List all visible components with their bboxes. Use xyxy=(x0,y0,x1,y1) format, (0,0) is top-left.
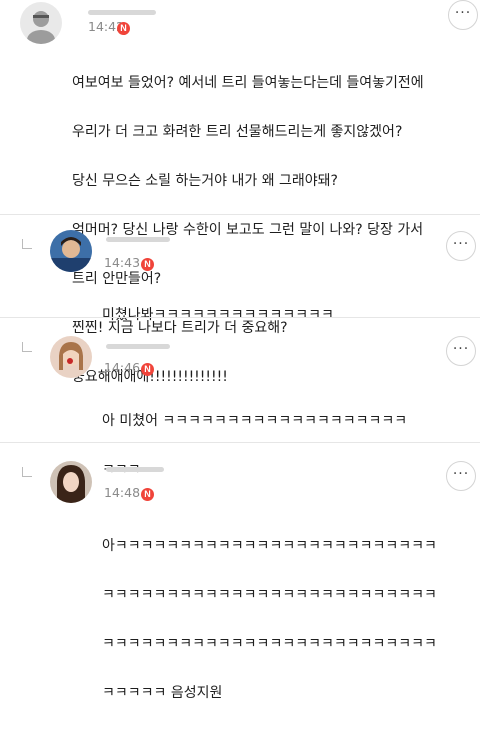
reply-arrow-icon xyxy=(22,239,32,249)
comment-text: 아ㅋㅋㅋㅋㅋㅋㅋㅋㅋㅋㅋㅋㅋㅋㅋㅋㅋㅋㅋㅋㅋㅋㅋㅋㅋ ㅋㅋㅋㅋㅋㅋㅋㅋㅋㅋㅋㅋㅋ… xyxy=(102,509,437,730)
profile-photo-icon xyxy=(50,336,92,378)
username-redacted xyxy=(88,10,156,15)
reply-arrow-icon xyxy=(22,467,32,477)
new-badge: N xyxy=(141,363,154,376)
username-redacted xyxy=(106,237,170,242)
reply-2: 14:46 N ··· 아 미쳤어 ㅋㅋㅋㅋㅋㅋㅋㅋㅋㅋㅋㅋㅋㅋㅋㅋㅋㅋㅋ ㅋㅋ… xyxy=(0,318,480,478)
comment-line: 당신 무으슨 소릴 하는거야 내가 왜 그래야돼? xyxy=(72,172,338,189)
avatar[interactable] xyxy=(50,336,92,378)
new-badge: N xyxy=(117,22,130,35)
comment-line: ㅋㅋㅋㅋㅋ 음성지원 xyxy=(102,684,223,701)
reply-arrow-icon xyxy=(22,342,32,352)
avatar[interactable] xyxy=(50,230,92,272)
new-badge: N xyxy=(141,258,154,271)
more-options-button[interactable]: ··· xyxy=(446,231,476,261)
new-badge: N xyxy=(141,488,154,501)
comment-line: ㅋㅋㅋㅋㅋㅋㅋㅋㅋㅋㅋㅋㅋㅋㅋㅋㅋㅋㅋㅋㅋㅋㅋㅋㅋㅋ xyxy=(102,586,437,603)
comment-line: 우리가 더 크고 화려한 트리 선물해드리는게 좋지않겠어? xyxy=(72,123,403,140)
profile-photo-icon xyxy=(50,461,92,503)
username-redacted xyxy=(106,467,164,472)
reply-3: 14:48 N ··· 아ㅋㅋㅋㅋㅋㅋㅋㅋㅋㅋㅋㅋㅋㅋㅋㅋㅋㅋㅋㅋㅋㅋㅋㅋㅋ ㅋ… xyxy=(0,443,480,701)
comment-line: 아ㅋㅋㅋㅋㅋㅋㅋㅋㅋㅋㅋㅋㅋㅋㅋㅋㅋㅋㅋㅋㅋㅋㅋㅋㅋ xyxy=(102,537,437,554)
comment-line: 여보여보 들었어? 예서네 트리 들여놓는다는데 들여놓기전에 xyxy=(72,74,424,91)
comment-time: 14:48 xyxy=(104,485,141,500)
more-options-button[interactable]: ··· xyxy=(448,0,478,30)
reply-1: 14:43 N ··· 미쳤나봐ㅋㅋㅋㅋㅋㅋㅋㅋㅋㅋㅋㅋㅋㅋ xyxy=(0,215,480,323)
avatar-default[interactable] xyxy=(20,2,62,44)
more-options-button[interactable]: ··· xyxy=(446,336,476,366)
more-options-button[interactable]: ··· xyxy=(446,461,476,491)
profile-photo-icon xyxy=(50,230,92,272)
username-redacted xyxy=(106,344,170,349)
avatar[interactable] xyxy=(50,461,92,503)
comment-line: ㅋㅋㅋㅋㅋㅋㅋㅋㅋㅋㅋㅋㅋㅋㅋㅋㅋㅋㅋㅋㅋㅋㅋㅋㅋㅋ xyxy=(102,635,437,652)
comment-time: 14:46 xyxy=(104,360,141,375)
default-avatar-icon xyxy=(20,2,62,44)
comment-line: 아 미쳤어 ㅋㅋㅋㅋㅋㅋㅋㅋㅋㅋㅋㅋㅋㅋㅋㅋㅋㅋㅋ xyxy=(102,412,408,429)
comment-time: 14:43 xyxy=(104,255,141,270)
comment-1: 14:42 N ··· 여보여보 들었어? 예서네 트리 들여놓는다는데 들여놓… xyxy=(0,0,480,385)
